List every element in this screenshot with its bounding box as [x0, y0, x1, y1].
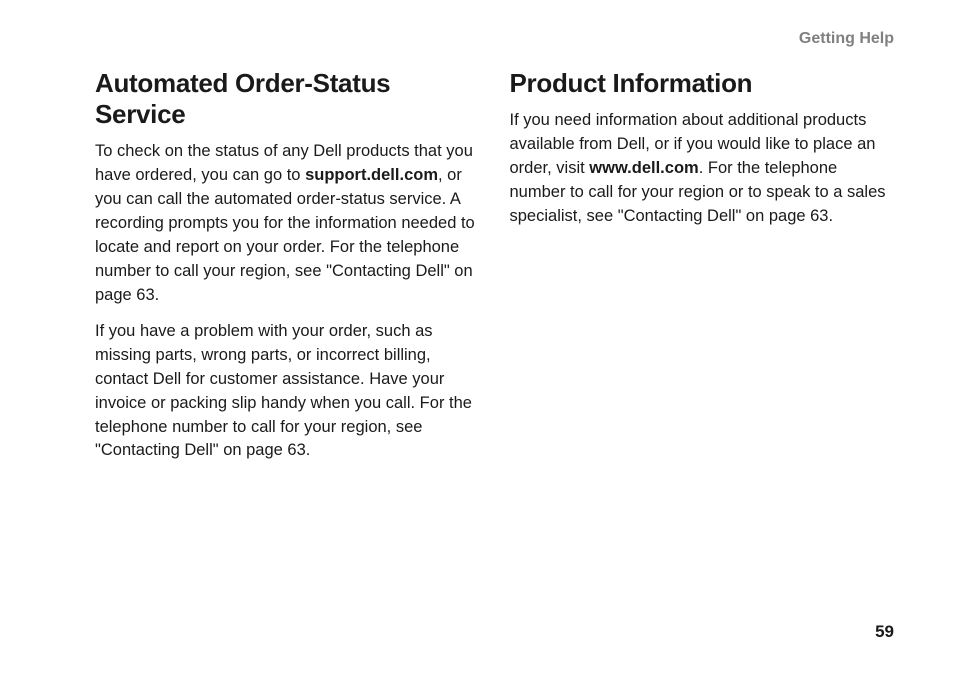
- section-header: Getting Help: [95, 30, 894, 48]
- text-bold-url: www.dell.com: [589, 159, 698, 177]
- paragraph-order-problem: If you have a problem with your order, s…: [95, 320, 480, 464]
- text-segment: , or you can call the automated order-st…: [95, 166, 475, 304]
- text-bold-url: support.dell.com: [305, 166, 438, 184]
- left-column: Automated Order-Status Service To check …: [95, 68, 480, 475]
- paragraph-order-check: To check on the status of any Dell produ…: [95, 140, 480, 307]
- right-column: Product Information If you need informat…: [510, 68, 895, 475]
- content-columns: Automated Order-Status Service To check …: [95, 68, 894, 475]
- page-number: 59: [875, 622, 894, 642]
- paragraph-product-info: If you need information about additional…: [510, 109, 895, 229]
- heading-order-status: Automated Order-Status Service: [95, 68, 480, 130]
- heading-product-info: Product Information: [510, 68, 895, 99]
